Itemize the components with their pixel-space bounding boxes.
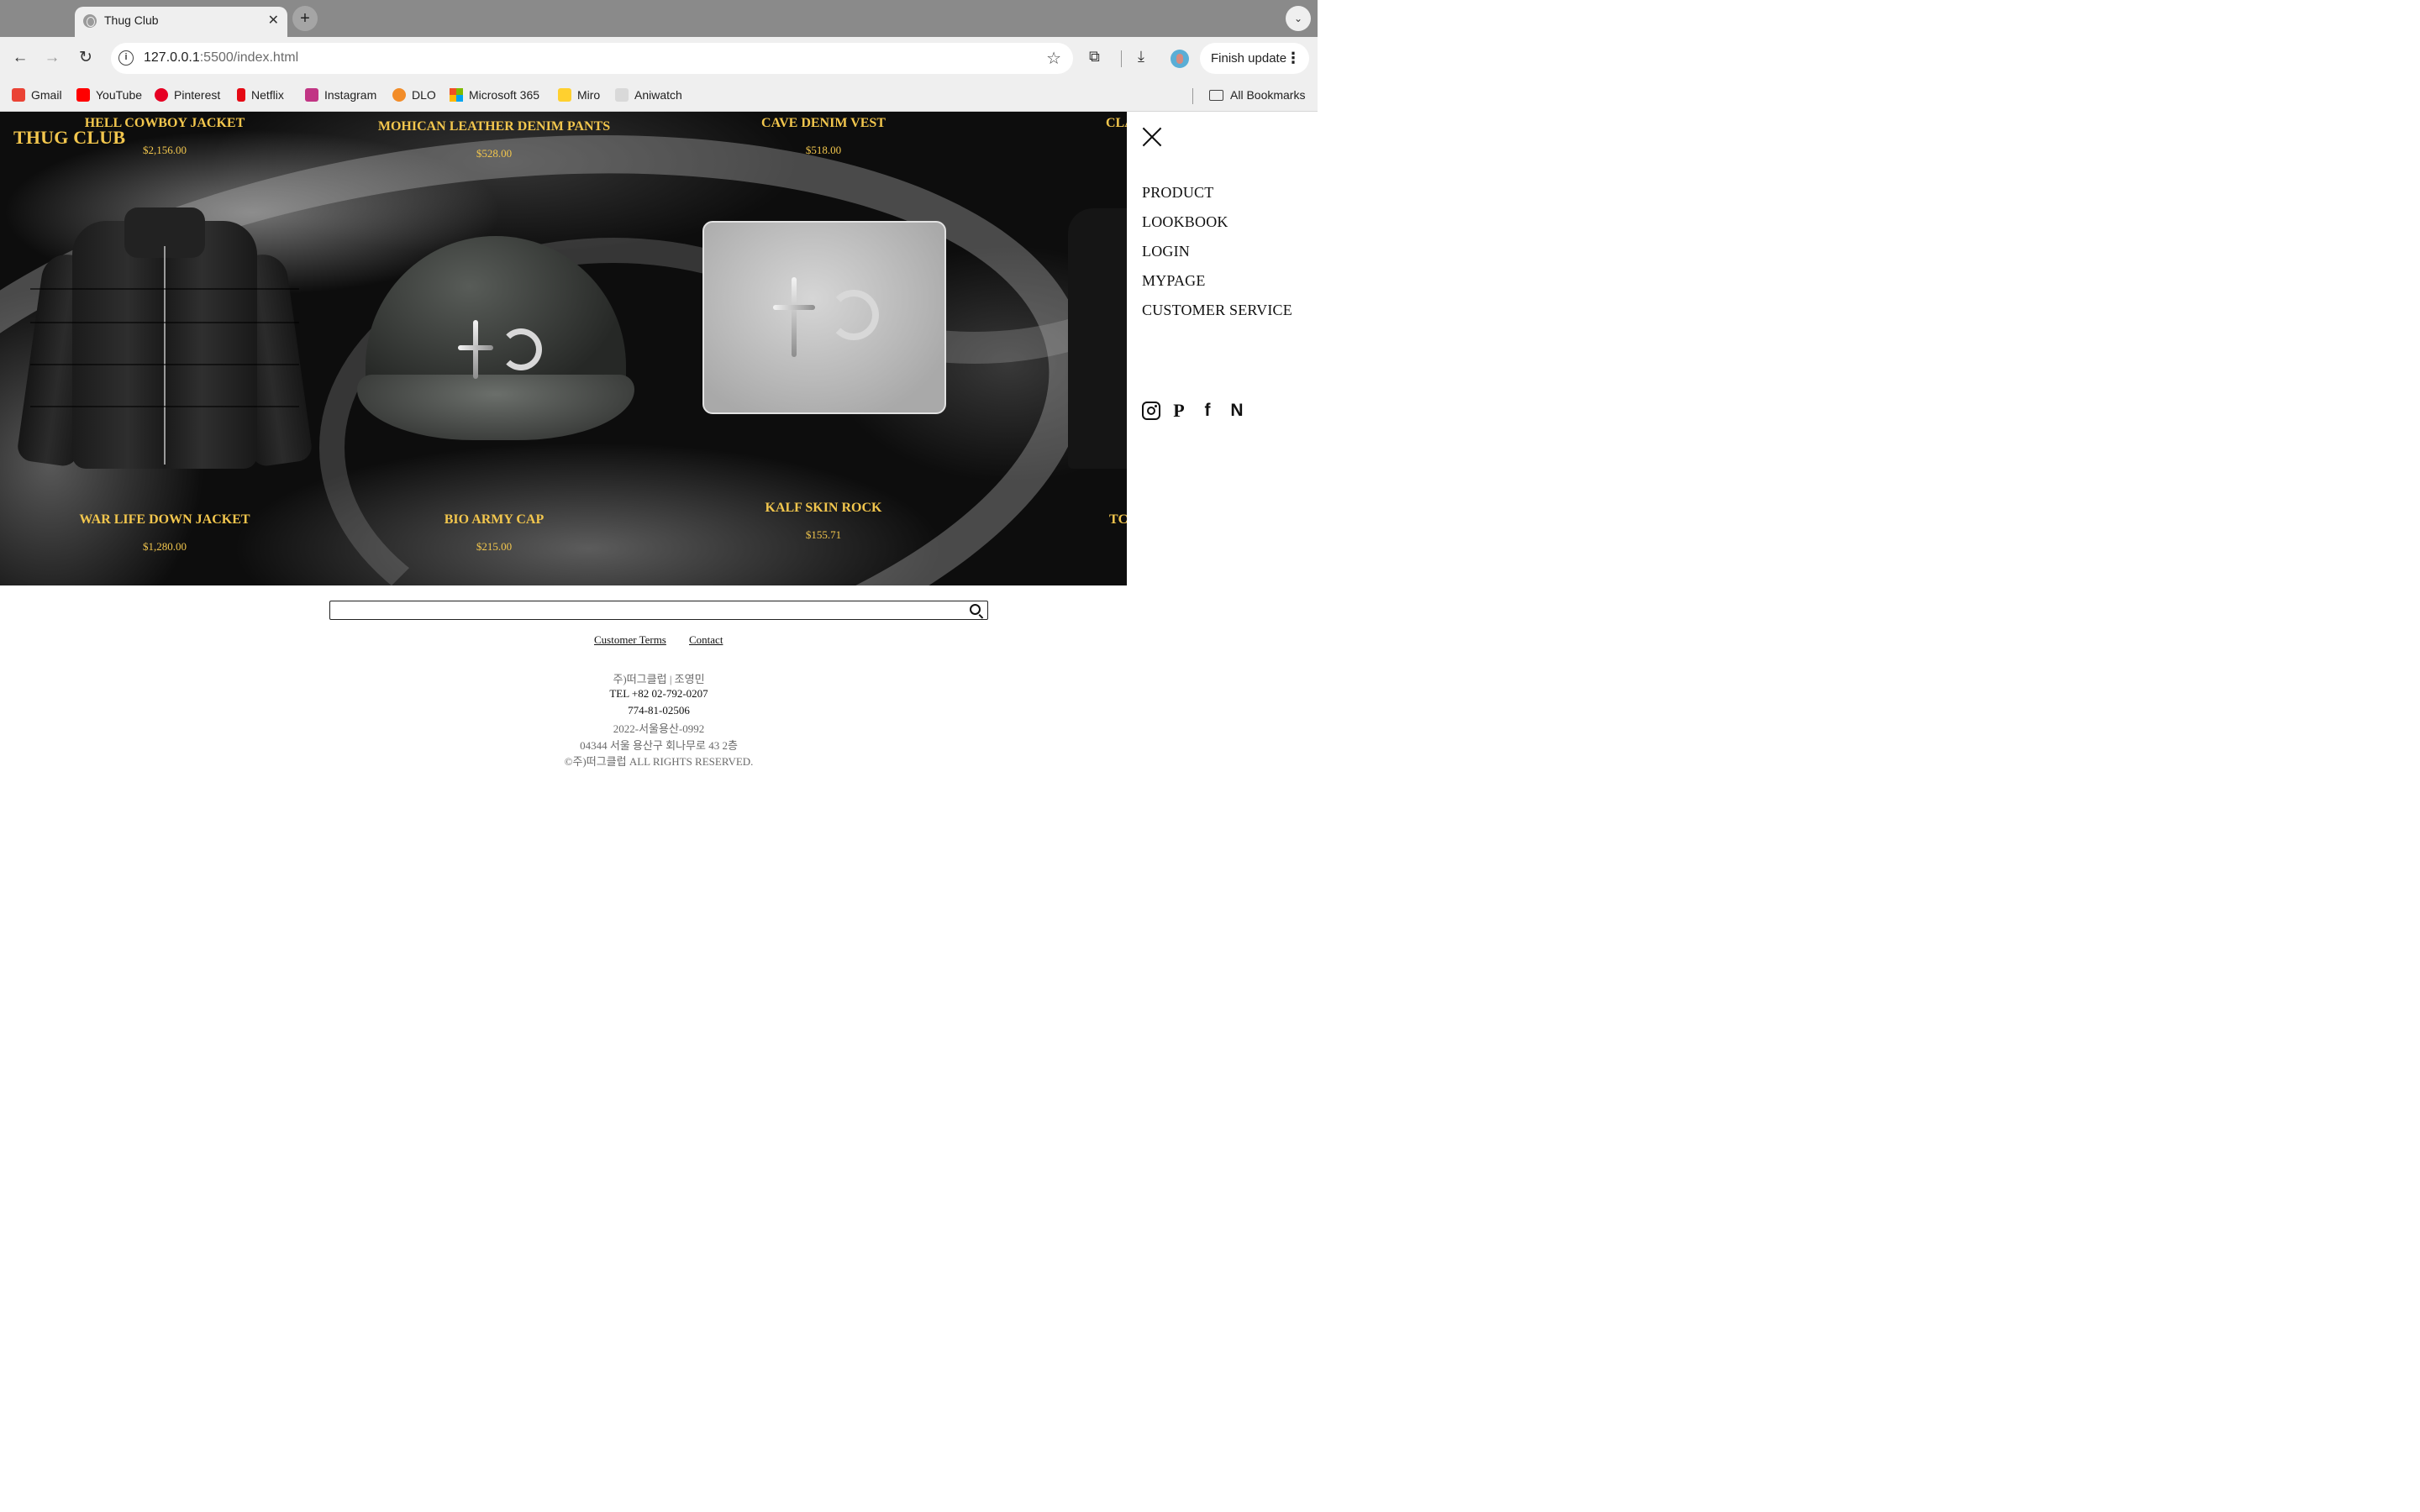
side-menu: PRODUCT LOOKBOOK LOGIN MYPAGE CUSTOMER S…	[1127, 112, 1318, 823]
back-icon[interactable]: ←	[9, 47, 31, 69]
bookmarks-divider	[1192, 88, 1193, 104]
bookmark-label: Instagram	[324, 88, 377, 102]
bio-army-cap-image[interactable]	[357, 236, 634, 443]
download-icon[interactable]: ⤓	[1138, 48, 1144, 66]
bookmark-instagram[interactable]: Instagram	[305, 88, 376, 102]
site-info-icon[interactable]: i	[118, 50, 134, 66]
product-name[interactable]: CLA	[1106, 116, 1127, 131]
url-text: 127.0.0.1:5500/index.html	[144, 50, 298, 66]
all-bookmarks-button[interactable]: All Bookmarks	[1209, 88, 1305, 102]
footer-address: 04344 서울 용산구 회나무로 43 2층	[580, 739, 738, 752]
product-name[interactable]: MOHICAN LEATHER DENIM PANTS	[329, 119, 659, 134]
bookmark-star-icon[interactable]: ☆	[1046, 48, 1061, 69]
all-bookmarks-label: All Bookmarks	[1230, 88, 1306, 102]
bookmark-label: Pinterest	[174, 88, 221, 102]
menu-item-customer-service[interactable]: CUSTOMER SERVICE	[1142, 302, 1292, 319]
naver-icon[interactable]: N	[1228, 402, 1246, 420]
folder-icon	[1209, 90, 1223, 101]
product-name[interactable]: HELL COWBOY JACKET	[0, 116, 329, 131]
product-name[interactable]: BIO ARMY CAP	[329, 512, 659, 528]
footer-business-number: 774-81-02506	[628, 704, 690, 717]
bookmark-label: Netflix	[251, 88, 284, 102]
microsoft-icon	[450, 88, 463, 102]
product-price: $528.00	[476, 147, 513, 160]
aniwatch-icon	[615, 88, 629, 102]
instagram-icon[interactable]	[1142, 402, 1160, 420]
bookmark-label: DLO	[412, 88, 436, 102]
footer-mail-order-number: 2022-서울용산-0992	[613, 722, 705, 735]
product-name[interactable]: CAVE DENIM VEST	[659, 116, 988, 131]
menu-item-product[interactable]: PRODUCT	[1142, 184, 1213, 202]
menu-item-lookbook[interactable]: LOOKBOOK	[1142, 213, 1228, 231]
product-price: $1,280.00	[143, 540, 187, 553]
product-name[interactable]: KALF SKIN ROCK	[659, 501, 988, 516]
customer-terms-link[interactable]: Customer Terms	[594, 633, 666, 647]
war-life-down-jacket-image[interactable]	[15, 207, 314, 473]
facebook-icon[interactable]: f	[1198, 402, 1217, 420]
product-name[interactable]: WAR LIFE DOWN JACKET	[0, 512, 329, 528]
globe-icon	[83, 14, 97, 28]
bookmark-pinterest[interactable]: Pinterest	[155, 88, 220, 102]
browser-toolbar: ← → ↻ i 127.0.0.1:5500/index.html ☆ ⧉ ⤓ …	[0, 37, 1318, 81]
product-hero: THUG CLUB HELL COWBOY JACKET $2,156.00 M…	[0, 112, 1127, 585]
instagram-icon	[305, 88, 318, 102]
search-input[interactable]	[329, 601, 988, 620]
bookmark-miro[interactable]: Miro	[558, 88, 600, 102]
bookmark-microsoft-365[interactable]: Microsoft 365	[450, 88, 539, 102]
bookmark-label: Aniwatch	[634, 88, 682, 102]
vest-image[interactable]	[1068, 208, 1127, 469]
product-price: $518.00	[805, 144, 842, 156]
address-bar[interactable]: i 127.0.0.1:5500/index.html ☆	[111, 43, 1073, 74]
pinterest-icon[interactable]: P	[1170, 402, 1188, 420]
product-name[interactable]: TC	[1109, 512, 1127, 528]
url-path: :5500/index.html	[199, 50, 299, 65]
browser-tab[interactable]: Thug Club ✕	[75, 7, 287, 37]
netflix-icon	[237, 88, 245, 102]
tab-close-icon[interactable]: ✕	[268, 12, 279, 29]
reload-icon[interactable]: ↻	[75, 47, 97, 69]
bookmark-dlo[interactable]: DLO	[392, 88, 436, 102]
bookmark-netflix[interactable]: Netflix	[237, 88, 284, 102]
url-host: 127.0.0.1	[144, 50, 200, 65]
menu-item-mypage[interactable]: MYPAGE	[1142, 272, 1206, 290]
forward-icon[interactable]: →	[41, 47, 63, 69]
menu-item-login[interactable]: LOGIN	[1142, 243, 1190, 260]
tab-strip: Thug Club ✕ + ⌄	[0, 0, 1318, 37]
bookmarks-bar: Gmail YouTube Pinterest Netflix Instagra…	[0, 81, 1318, 112]
finish-update-button[interactable]: Finish update ⋮	[1200, 43, 1309, 74]
bookmark-label: Miro	[577, 88, 601, 102]
miro-icon	[558, 88, 571, 102]
bookmark-label: YouTube	[96, 88, 143, 102]
footer-tel: TEL +82 02-792-0207	[609, 687, 708, 700]
toolbar-divider	[1121, 50, 1122, 67]
pinterest-icon	[155, 88, 168, 102]
bookmark-label: Gmail	[31, 88, 62, 102]
product-price: $215.00	[476, 540, 513, 553]
product-price: $155.71	[805, 528, 842, 541]
footer-copyright: ©주)떠그클럽 ALL RIGHTS RESERVED.	[564, 755, 754, 768]
extensions-icon[interactable]: ⧉	[1089, 48, 1100, 66]
bookmark-label: Microsoft 365	[469, 88, 540, 102]
more-menu-icon[interactable]: ⋮	[1286, 50, 1301, 67]
profile-avatar[interactable]	[1171, 50, 1189, 68]
youtube-icon	[76, 88, 90, 102]
close-icon[interactable]	[1142, 127, 1162, 147]
dlo-icon	[392, 88, 406, 102]
search-icon[interactable]	[970, 604, 981, 615]
bookmark-youtube[interactable]: YouTube	[76, 88, 142, 102]
bookmark-aniwatch[interactable]: Aniwatch	[615, 88, 682, 102]
new-tab-button[interactable]: +	[292, 6, 318, 31]
tab-search-button[interactable]: ⌄	[1286, 6, 1311, 31]
product-price: $2,156.00	[143, 144, 187, 156]
finish-update-label: Finish update	[1211, 51, 1287, 66]
tab-title: Thug Club	[104, 13, 159, 27]
kalf-skin-rock-image[interactable]	[702, 221, 946, 414]
bookmark-gmail[interactable]: Gmail	[12, 88, 62, 102]
contact-link[interactable]: Contact	[689, 633, 723, 647]
gmail-icon	[12, 88, 25, 102]
footer-company: 주)떠그클럽 | 조영민	[613, 673, 705, 685]
